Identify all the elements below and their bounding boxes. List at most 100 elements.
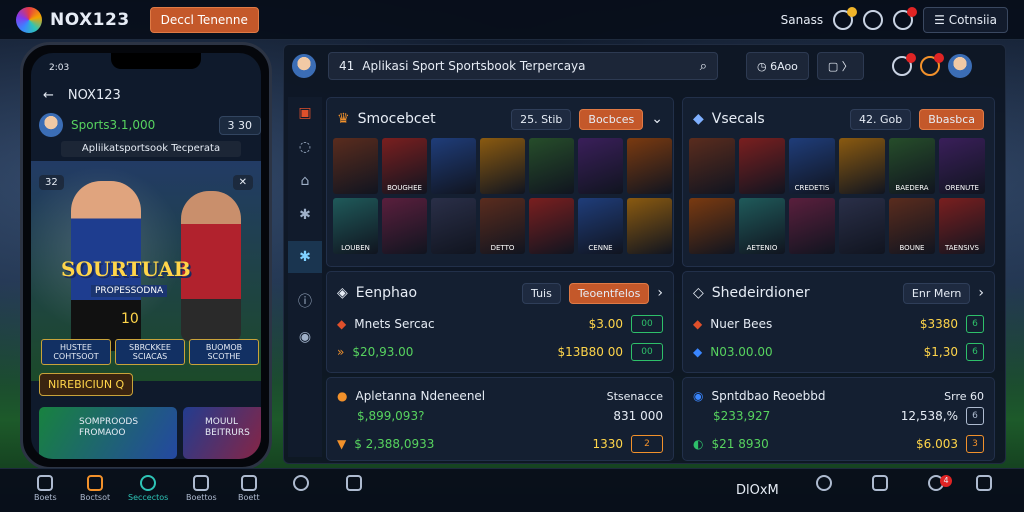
location-icon[interactable]: ◉ — [299, 329, 311, 345]
phone-tile[interactable]: MOUUL BEITRURS — [183, 407, 261, 459]
settings-icon[interactable] — [863, 9, 884, 30]
search-input[interactable]: 41 Aplikasi Sport Sportsbook Terpercaya … — [328, 52, 718, 80]
odd-button[interactable]: 00 — [631, 315, 663, 333]
odd-button[interactable]: 6 — [966, 407, 984, 425]
avatar[interactable] — [947, 54, 972, 78]
game-tile[interactable] — [689, 138, 735, 194]
panel-chip-orange[interactable]: Teoentfelos — [568, 282, 650, 304]
bet-row[interactable]: $,899,093? 831 000 — [337, 404, 663, 428]
gift-icon[interactable] — [919, 53, 944, 76]
bet-value: $3.00 — [588, 317, 623, 331]
game-tile[interactable]: TAENSIVS — [939, 198, 985, 254]
game-tile[interactable]: LOUBEN — [333, 198, 378, 254]
nav-item-live[interactable]: Seccectos — [128, 475, 168, 502]
game-tile[interactable]: AETENIO — [739, 198, 785, 254]
nav-item-home[interactable]: Boets — [34, 475, 57, 502]
phone-card[interactable]: BUOMOB SCOTHE — [189, 339, 259, 365]
phone-badge-left[interactable]: 32 — [39, 175, 64, 190]
session-label[interactable]: Sanass — [781, 13, 823, 27]
game-tile[interactable]: CENNE — [578, 198, 623, 254]
bet-row[interactable]: ▼ $ 2,388,0933 1330 2 — [337, 432, 663, 456]
game-tile[interactable] — [529, 138, 574, 194]
odd-button[interactable]: 00 — [631, 343, 663, 361]
ticket-icon — [193, 475, 210, 491]
bet-row[interactable]: ◆ Nuer Bees $3380 6 — [693, 312, 984, 336]
back-arrow-icon[interactable]: ← — [43, 88, 54, 103]
avatar[interactable] — [292, 54, 316, 78]
top-bar: NOX123 Deccl Tenenne Sanass ☰ Cotnsiia — [0, 0, 1024, 40]
nav-refresh[interactable] — [816, 475, 832, 491]
chevron-right-icon[interactable]: › — [657, 285, 663, 301]
panel-chip[interactable]: 42. Gob — [849, 108, 912, 130]
phone-balance: Sports3.1,000 — [71, 118, 156, 132]
game-tile[interactable] — [627, 138, 672, 194]
search-icon[interactable]: ◌ — [299, 139, 311, 155]
game-tile[interactable]: ORENUTE — [939, 138, 985, 194]
game-tile[interactable]: BOUGHEE — [382, 138, 427, 194]
nav-search[interactable] — [293, 475, 309, 491]
panel-chip-orange[interactable]: Bbasbca — [919, 108, 984, 130]
nav-item-bets[interactable]: Boettos — [186, 475, 217, 502]
bet-row[interactable]: ◆ Mnets Sercac $3.00 00 — [337, 312, 663, 336]
game-tile[interactable] — [578, 138, 623, 194]
bookmark-icon[interactable] — [891, 53, 916, 76]
odd-button[interactable]: 3 — [966, 435, 984, 453]
info-icon[interactable]: ⓘ — [298, 291, 312, 311]
game-tile[interactable]: BAEDERA — [889, 138, 935, 194]
phone-promo-button[interactable]: NIREBICIUN Q — [39, 373, 134, 396]
avatar[interactable] — [39, 113, 63, 137]
game-tile[interactable] — [839, 198, 885, 254]
search-icon[interactable]: ⌕ — [700, 59, 707, 74]
layout-button[interactable]: ▢ 〉 — [816, 52, 864, 80]
nav-item-sports[interactable]: Boctsot — [80, 475, 110, 502]
flag-icon: ◐ — [693, 437, 704, 451]
phone-card[interactable]: HUSTEE COHTSOOT — [41, 339, 111, 365]
bet-row[interactable]: » $20,93.00 $13B80 00 00 — [337, 340, 663, 364]
chevron-right-icon[interactable]: › — [978, 285, 984, 301]
phone-balance-pill[interactable]: 3 30 — [218, 115, 261, 135]
game-tile[interactable] — [431, 138, 476, 194]
games-icon[interactable]: ✱ — [288, 241, 322, 273]
game-tile[interactable]: BOUNE — [889, 198, 935, 254]
game-tile[interactable] — [480, 138, 525, 194]
phone-tile[interactable]: SOMPROODS FROMAOO — [39, 407, 177, 459]
game-tile[interactable]: CREDETIS — [789, 138, 835, 194]
game-tile[interactable] — [689, 198, 735, 254]
panel-chip[interactable]: 25. Stib — [511, 108, 572, 130]
nav-wallet[interactable] — [872, 475, 888, 491]
chevron-down-icon[interactable]: ⌄ — [651, 111, 663, 127]
bet-row[interactable]: ◐ $21 8930 $6.003 3 — [693, 432, 984, 456]
panel-chip[interactable]: Tuis — [522, 282, 561, 304]
phone-close-icon[interactable]: ✕ — [232, 175, 253, 190]
game-tile[interactable] — [739, 138, 785, 194]
toolbar-button[interactable]: ◷ 6Aoo — [746, 52, 809, 80]
game-tile[interactable]: DETTO — [480, 198, 525, 254]
bet-row[interactable]: $233,927 12,538,% 6 — [693, 404, 984, 428]
home-icon[interactable]: ⌂ — [301, 173, 310, 189]
phone-card[interactable]: SBRCKKEE SCIACAS — [115, 339, 185, 365]
odd-button[interactable]: 2 — [631, 435, 663, 453]
account-button[interactable]: ☰ Cotnsiia — [923, 6, 1008, 33]
bottom-label[interactable]: DlOxM — [736, 483, 779, 498]
bet-row[interactable]: ◆ N03.00.00 $1,30 6 — [693, 340, 984, 364]
cta-button[interactable]: Deccl Tenenne — [149, 6, 259, 33]
odd-button[interactable]: 6 — [966, 315, 984, 333]
menu-icon[interactable]: ▣ — [298, 105, 311, 121]
notification-icon[interactable] — [893, 6, 918, 30]
game-tile[interactable] — [529, 198, 574, 254]
game-tile[interactable] — [789, 198, 835, 254]
nav-qr[interactable] — [976, 475, 992, 491]
panel-right-label: Stsenacce — [606, 389, 663, 403]
panel-chip-orange[interactable]: Bocbces — [579, 108, 644, 130]
game-tile[interactable] — [431, 198, 476, 254]
panel-chip[interactable]: Enr Mern — [902, 282, 971, 304]
game-tile[interactable] — [382, 198, 427, 254]
nav-item-profile[interactable]: Boett — [238, 475, 260, 502]
odd-button[interactable]: 6 — [966, 343, 984, 361]
puzzle-icon[interactable]: ✱ — [299, 207, 311, 223]
coin-icon[interactable] — [833, 6, 858, 30]
game-tile[interactable] — [627, 198, 672, 254]
nav-trophy[interactable] — [346, 475, 362, 491]
game-tile[interactable] — [333, 138, 378, 194]
game-tile[interactable] — [839, 138, 885, 194]
